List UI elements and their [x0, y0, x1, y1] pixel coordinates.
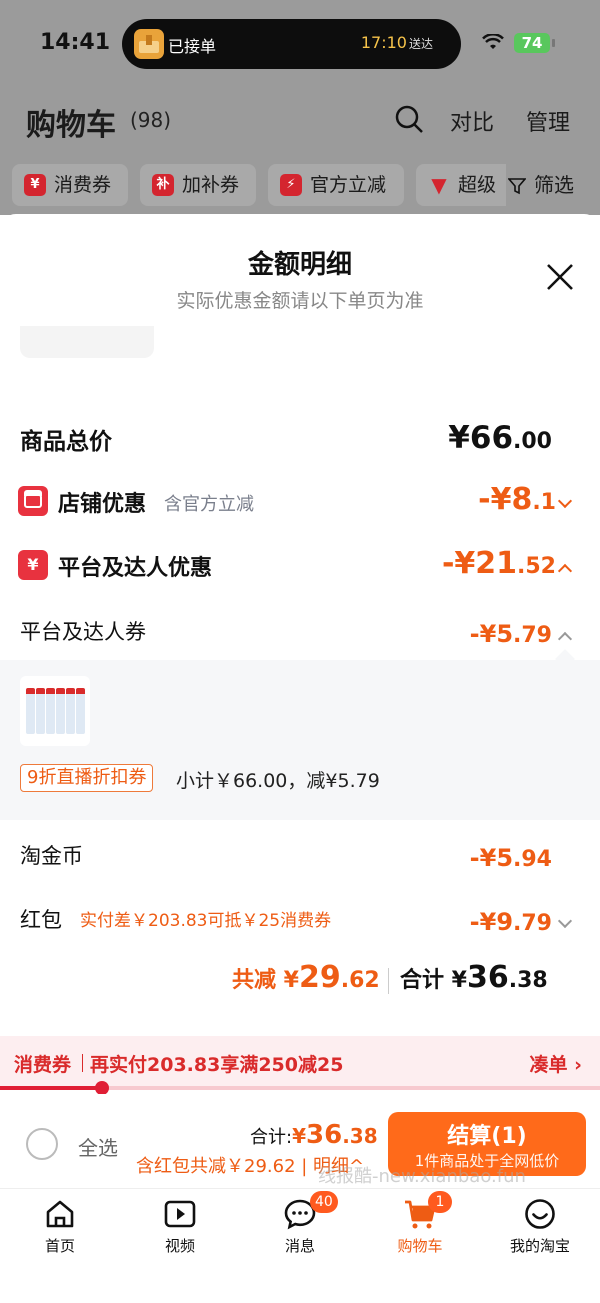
search-icon[interactable]: [394, 104, 424, 134]
tab-video[interactable]: 视频: [120, 1197, 240, 1256]
dynamic-island[interactable]: 已接单 17:10 送达: [122, 19, 461, 69]
platform-discount-label: 平台及达人优惠: [58, 556, 213, 581]
filter-button[interactable]: 筛选: [506, 164, 600, 206]
platform-coupon-value: -¥5.79: [469, 620, 552, 648]
cart-count: (98): [130, 108, 172, 132]
promo-progress-knob: [95, 1081, 109, 1095]
red-packet-value: -¥9.79: [469, 908, 552, 936]
coupon-icon: ¥: [24, 174, 46, 196]
profile-icon: [525, 1199, 555, 1229]
island-status: 已接单: [168, 37, 217, 56]
wifi-icon: [482, 34, 504, 49]
promo-progress-fill: [0, 1086, 102, 1090]
watermark: 线报酷-new.xianbao.fun: [318, 1166, 526, 1187]
total-reduction: 共减 ¥29.62: [232, 960, 380, 995]
total-price-row: 商品总价 ¥66.00: [0, 420, 600, 472]
product-thumbnail-peek: [20, 326, 154, 358]
cart-header: 购物车 (98) 对比 管理: [0, 92, 600, 152]
video-icon: [164, 1200, 196, 1228]
battery-icon: 74: [514, 33, 555, 53]
chip-subsidy-coupon[interactable]: 补 加补券: [140, 164, 256, 206]
home-icon: [46, 1200, 74, 1228]
divider: [388, 968, 389, 994]
status-time: 14:41: [40, 30, 111, 55]
tab-label: 购物车: [397, 1237, 443, 1255]
checkout-total: 合计:¥36.38: [250, 1120, 378, 1150]
red-packet-label: 红包: [20, 908, 62, 932]
amount-detail-sheet: 金额明细 实际优惠金额请以下单页为准 商品总价 ¥66.00 店铺优惠 含官方立…: [0, 214, 600, 1303]
chip-label: 消费券: [54, 174, 112, 196]
down-arrow-icon: ▼: [431, 173, 447, 197]
platform-coupon-row[interactable]: 平台及达人券 -¥5.79: [0, 616, 600, 656]
total-price-label: 商品总价: [20, 429, 112, 455]
shop-discount-note: 含官方立减: [164, 494, 254, 515]
chip-label: 官方立减: [310, 174, 387, 196]
package-icon: [134, 29, 164, 59]
tab-home[interactable]: 首页: [0, 1197, 120, 1256]
shop-discount-row[interactable]: 店铺优惠 含官方立减 -¥8.1: [0, 482, 600, 522]
select-all-checkbox[interactable]: [26, 1128, 58, 1160]
shop-discount-value: -¥8.1: [478, 482, 556, 517]
consumer-coupon-promo: 消费券 再实付203.83享满250减25 凑单 ›: [0, 1036, 600, 1095]
add-items-link[interactable]: 凑单 ›: [530, 1050, 582, 1077]
chevron-up-icon: [557, 563, 573, 579]
tab-label: 首页: [44, 1237, 75, 1255]
promo-tag: 消费券: [14, 1054, 72, 1076]
sheet-title: 金额明细: [247, 250, 352, 280]
filter-label: 筛选: [534, 173, 574, 197]
tab-my-taobao[interactable]: 我的淘宝: [480, 1197, 600, 1256]
product-image[interactable]: [20, 676, 90, 746]
chip-super[interactable]: ▼ 超级: [416, 164, 516, 206]
divider: [82, 1054, 83, 1072]
red-packet-row[interactable]: 红包 实付差￥203.83可抵￥25消费券 -¥9.79: [0, 904, 600, 944]
grand-total: 合计 ¥36.38: [400, 960, 548, 995]
message-badge: 40: [310, 1191, 338, 1213]
checkout-button-label: 结算(1): [447, 1124, 527, 1149]
close-icon[interactable]: [545, 262, 575, 292]
coupon-detail-panel: 9折直播折扣券 小计￥66.00，减¥5.79: [0, 660, 600, 820]
tab-label: 视频: [164, 1237, 195, 1255]
platform-discount-row[interactable]: ¥ 平台及达人优惠 -¥21.52: [0, 546, 600, 586]
tab-cart[interactable]: 1 购物车: [360, 1191, 480, 1256]
chip-label: 加补券: [182, 174, 240, 196]
lightning-icon: ⚡: [280, 174, 302, 196]
filter-chips: ¥ 消费券 补 加补券 ⚡ 官方立减 ▼ 超级 筛选: [12, 164, 600, 208]
status-bar: 14:41 已接单 17:10 送达 74: [0, 0, 600, 88]
chip-consumer-coupon[interactable]: ¥ 消费券: [12, 164, 128, 206]
shop-discount-label: 店铺优惠: [58, 492, 147, 517]
compare-button[interactable]: 对比: [450, 105, 494, 137]
select-all-label[interactable]: 全选: [78, 1132, 118, 1161]
bottom-tab-bar: 首页 视频 40 消息 1 购物车 我的淘宝: [0, 1188, 600, 1303]
coupon-tag: 9折直播折扣券: [20, 764, 154, 792]
total-price-value: ¥66.00: [448, 420, 552, 456]
chip-official-discount[interactable]: ⚡ 官方立减: [268, 164, 404, 206]
tab-label: 消息: [284, 1237, 315, 1255]
island-eta: 17:10 送达: [360, 33, 433, 52]
red-packet-note: 实付差￥203.83可抵￥25消费券: [80, 911, 332, 931]
chevron-down-icon: [557, 493, 573, 509]
chevron-down-icon: [557, 913, 573, 929]
chevron-up-icon: [557, 631, 573, 647]
taojin-coin-row: 淘金币 -¥5.94: [0, 840, 600, 880]
taojin-coin-label: 淘金币: [20, 844, 83, 868]
tab-label: 我的淘宝: [509, 1237, 570, 1255]
platform-discount-value: -¥21.52: [441, 546, 556, 581]
shop-icon: [18, 486, 48, 516]
chip-label: 超级: [458, 174, 497, 196]
manage-button[interactable]: 管理: [526, 105, 570, 137]
subsidy-icon: 补: [152, 174, 174, 196]
promo-text: 再实付203.83享满250减25: [90, 1054, 344, 1076]
coupon-info: 小计￥66.00，减¥5.79: [176, 770, 380, 792]
coupon-icon: ¥: [18, 550, 48, 580]
summary-row: 共减 ¥29.62 合计 ¥36.38: [0, 958, 600, 1002]
sheet-subtitle: 实际优惠金额请以下单页为准: [176, 290, 424, 312]
tab-messages[interactable]: 40 消息: [240, 1191, 360, 1256]
funnel-icon: [508, 178, 526, 195]
background-page: 14:41 已接单 17:10 送达 74 购物车 (98) 对比 管理 ¥ 消费…: [0, 0, 600, 215]
taojin-coin-value: -¥5.94: [469, 844, 552, 872]
cart-badge: 1: [428, 1191, 452, 1213]
platform-coupon-label: 平台及达人券: [20, 620, 146, 644]
page-title: 购物车: [26, 108, 116, 143]
